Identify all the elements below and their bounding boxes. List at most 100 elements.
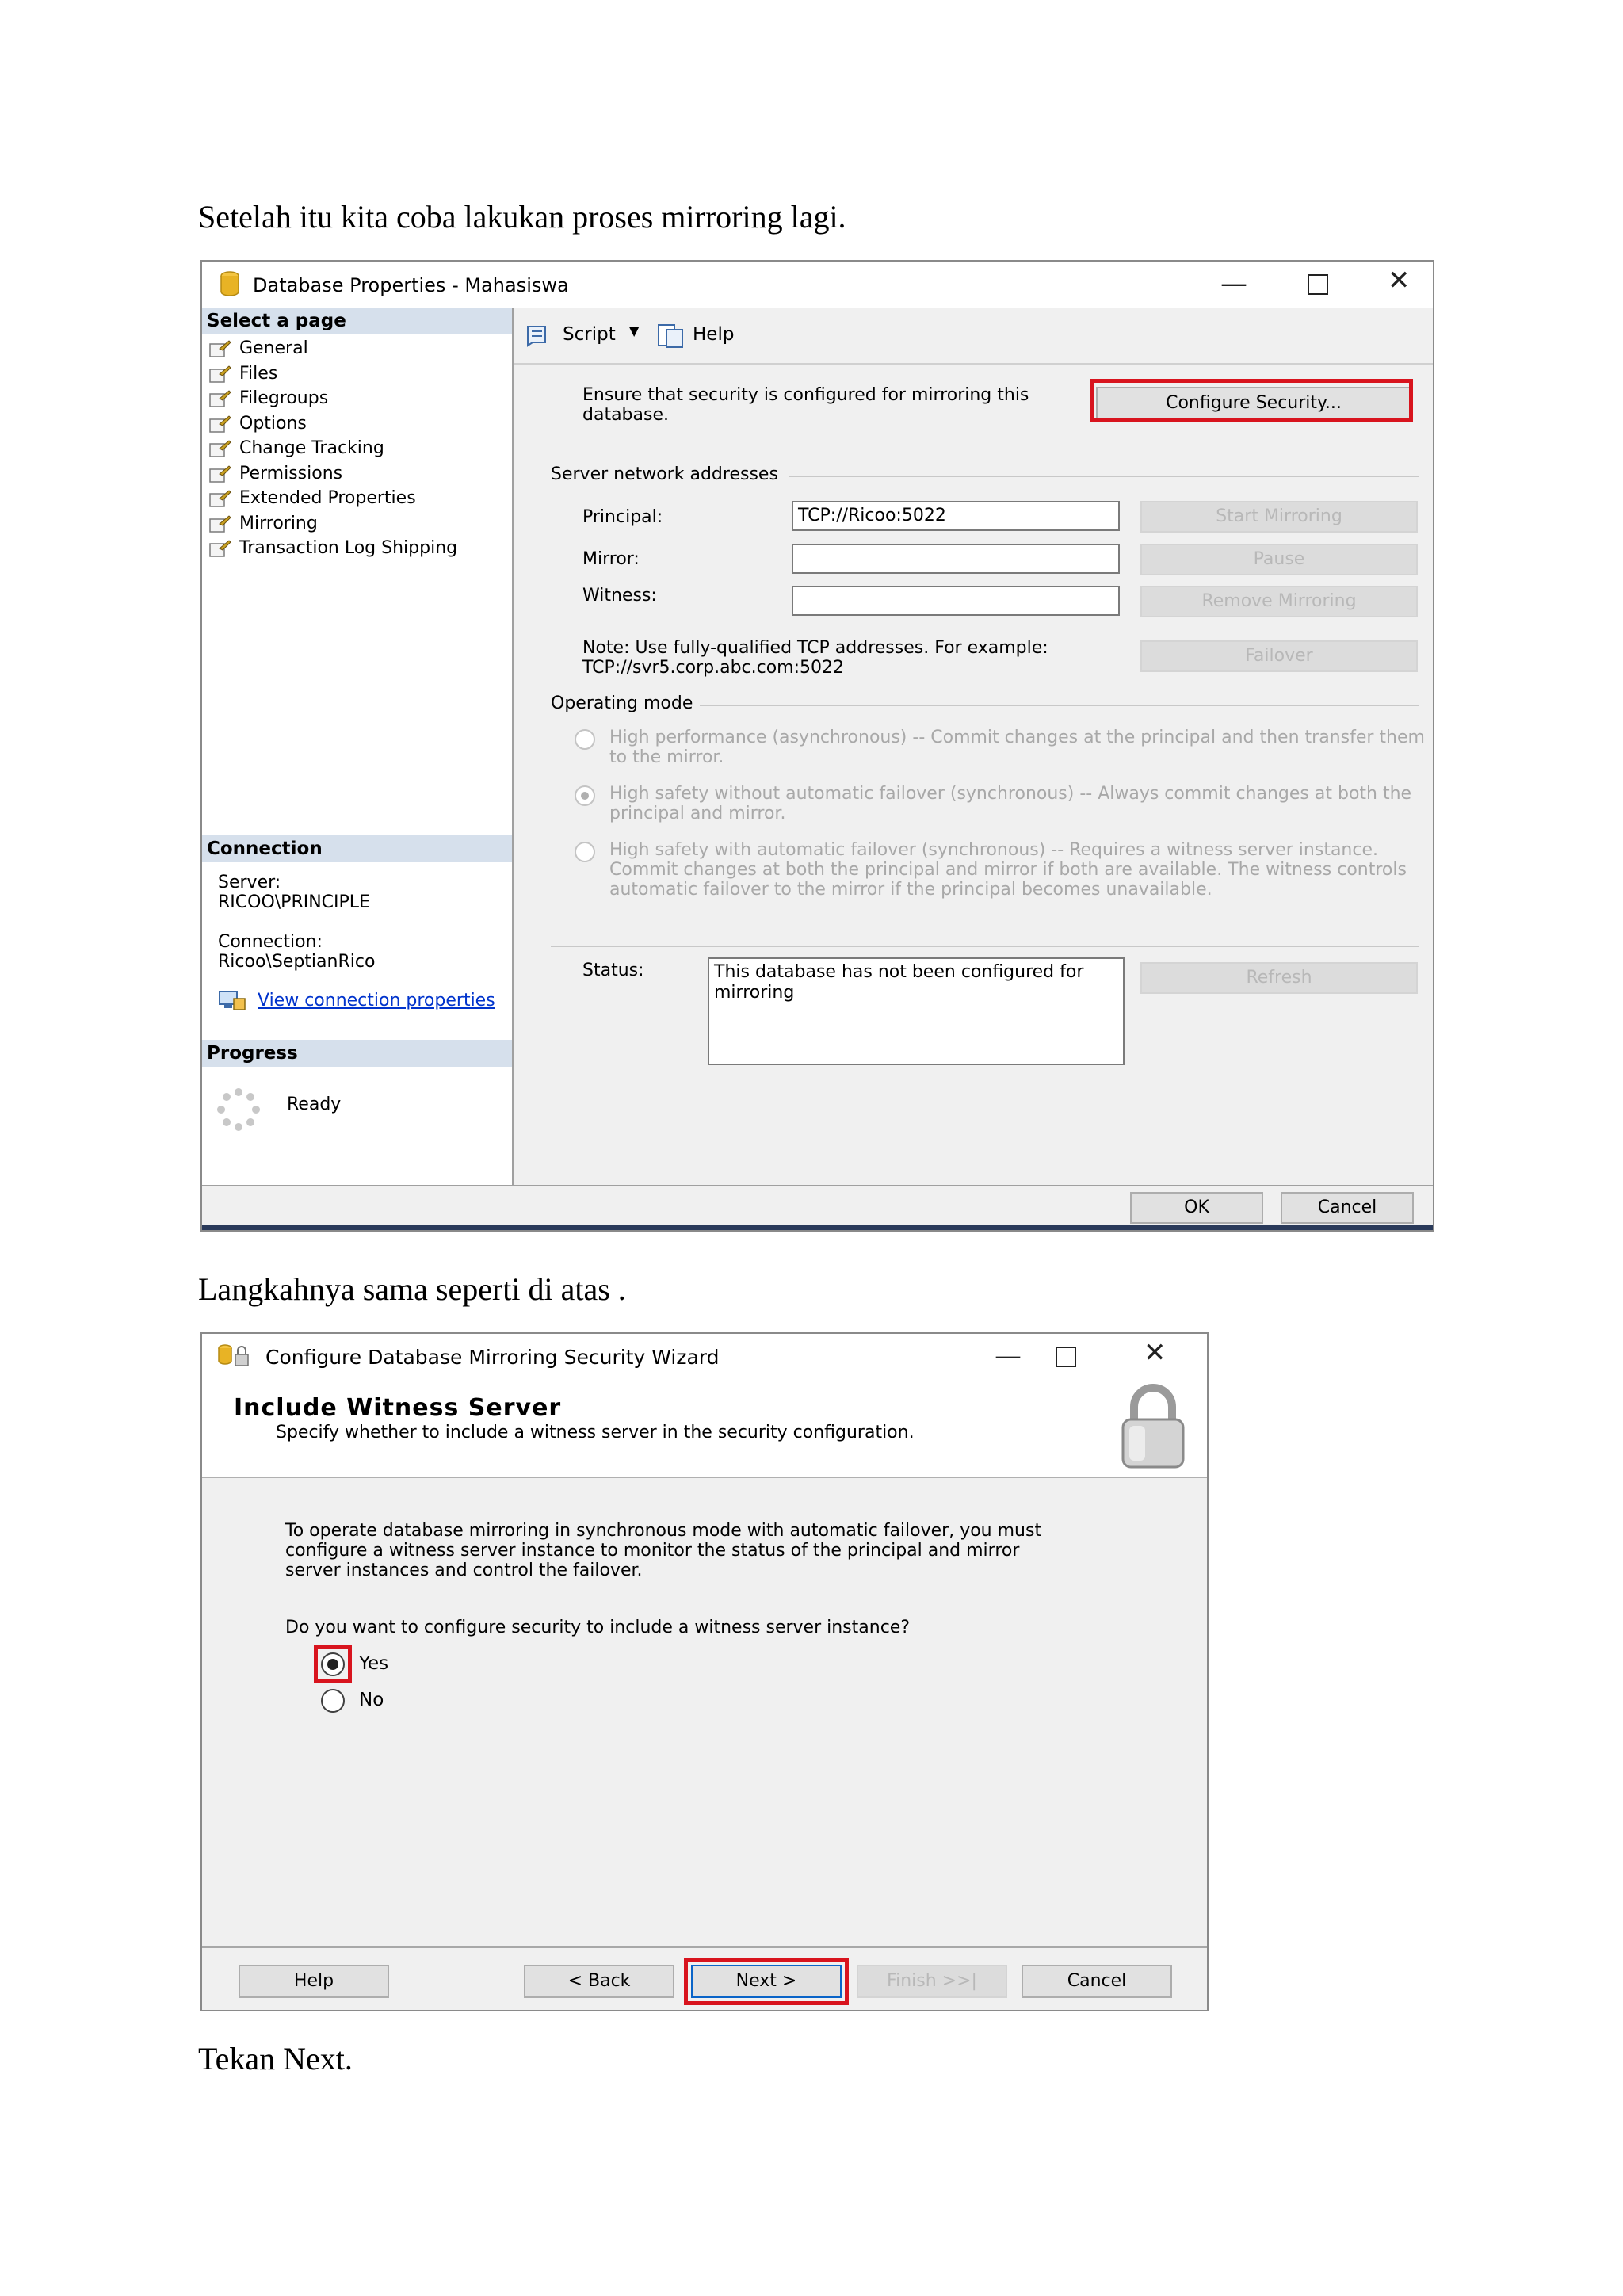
highlight-next — [684, 1958, 849, 2005]
status-label: Status: — [582, 961, 644, 980]
progress-status: Ready — [287, 1095, 342, 1114]
wrench-page-icon — [209, 365, 231, 383]
radio-high-safety[interactable] — [575, 785, 595, 806]
highlight-configure-security — [1090, 379, 1413, 422]
script-icon — [527, 326, 546, 347]
divider — [202, 1946, 1207, 1948]
failover-button[interactable]: Failover — [1140, 640, 1418, 672]
progress-header: Progress — [202, 1040, 512, 1067]
maximize-icon[interactable] — [1308, 274, 1328, 295]
finish-button[interactable]: Finish >>| — [857, 1965, 1007, 1998]
window-title: Configure Database Mirroring Security Wi… — [265, 1346, 720, 1369]
cancel-button[interactable]: Cancel — [1281, 1192, 1414, 1224]
database-icon — [220, 271, 239, 296]
mirror-label: Mirror: — [582, 549, 640, 569]
wizard-header: Include Witness Server Specify whether t… — [202, 1378, 1207, 1478]
page-item[interactable]: Permissions — [208, 461, 342, 486]
radio-high-performance[interactable] — [575, 729, 595, 750]
progress-spinner-icon — [217, 1088, 260, 1131]
auto-failover-text-2: Commit changes at both the principal and… — [609, 860, 1407, 880]
principal-input[interactable]: TCP://Ricoo:5022 — [792, 501, 1120, 531]
page-item-label: Files — [239, 363, 278, 384]
left-pane: Select a page General Files Filegroups Opti… — [202, 308, 514, 1186]
wrench-page-icon — [209, 340, 231, 357]
help-icon — [658, 324, 683, 348]
divider — [551, 946, 1419, 947]
security-note-line-1: Ensure that security is configured for m… — [582, 385, 1029, 405]
witness-label: Witness: — [582, 586, 657, 606]
window-title: Database Properties - Mahasiswa — [253, 274, 569, 296]
help-button[interactable]: Help — [693, 324, 734, 345]
start-mirroring-button[interactable]: Start Mirroring — [1140, 501, 1418, 533]
view-connection-properties-link[interactable]: View connection properties — [258, 991, 495, 1010]
auto-failover-text-1: High safety with automatic failover (syn… — [609, 840, 1378, 860]
radio-no[interactable] — [321, 1689, 345, 1713]
ok-button[interactable]: OK — [1130, 1192, 1263, 1224]
wizard-icon — [218, 1344, 249, 1366]
mirror-input[interactable] — [792, 544, 1120, 574]
wrench-page-icon — [209, 440, 231, 457]
close-icon[interactable]: ✕ — [1388, 265, 1411, 296]
no-label: No — [359, 1690, 384, 1710]
connection-properties-icon — [219, 991, 246, 1010]
divider — [789, 476, 1419, 477]
script-button[interactable]: Script — [563, 324, 616, 345]
chevron-down-icon[interactable]: ▼ — [629, 323, 639, 338]
back-button[interactable]: < Back — [524, 1965, 674, 1998]
database-properties-window: Database Properties - Mahasiswa — ✕ Sele… — [200, 260, 1434, 1232]
title-bar: Configure Database Mirroring Security Wi… — [202, 1334, 1207, 1378]
help-button[interactable]: Help — [239, 1965, 389, 1998]
wrench-page-icon — [209, 514, 231, 533]
radio-high-safety-auto-failover[interactable] — [575, 842, 595, 862]
connection-label: Connection: — [218, 932, 323, 952]
pause-button[interactable]: Pause — [1140, 544, 1418, 575]
padlock-icon — [1121, 1384, 1185, 1469]
page-item-label: Filegroups — [239, 388, 329, 408]
server-value: RICOO\PRINCIPLE — [218, 892, 370, 912]
highlight-yes — [314, 1645, 352, 1683]
divider — [700, 705, 1419, 706]
page-item[interactable]: Options — [208, 411, 307, 436]
principal-label: Principal: — [582, 507, 663, 527]
page-item-label: Options — [239, 413, 307, 434]
connection-value: Ricoo\SeptianRico — [218, 952, 376, 972]
high-performance-text-1: High performance (asynchronous) -- Commi… — [609, 728, 1425, 747]
status-textbox: This database has not been configured fo… — [708, 957, 1125, 1065]
high-safety-text-2: principal and mirror. — [609, 804, 786, 823]
page-item-label: General — [239, 338, 308, 358]
page-item[interactable]: Extended Properties — [208, 486, 416, 510]
divider — [202, 1185, 1433, 1186]
paragraph-2: Langkahnya sama seperti di atas . — [198, 1271, 626, 1307]
page-item[interactable]: Filegroups — [208, 386, 328, 411]
wizard-heading: Include Witness Server — [234, 1394, 562, 1422]
wrench-page-icon — [209, 415, 231, 433]
operating-mode-label: Operating mode — [551, 693, 693, 713]
note-line-2: TCP://svr5.corp.abc.com:5022 — [582, 658, 845, 678]
page-item[interactable]: Files — [208, 361, 277, 386]
remove-mirroring-button[interactable]: Remove Mirroring — [1140, 586, 1418, 617]
paragraph-1: Setelah itu kita coba lakukan proses mir… — [198, 199, 846, 235]
witness-question: Do you want to configure security to inc… — [285, 1618, 911, 1637]
wrench-page-icon — [209, 464, 231, 483]
wrench-page-icon — [209, 540, 231, 557]
cancel-button[interactable]: Cancel — [1022, 1965, 1172, 1998]
page-item-label: Mirroring — [239, 513, 318, 533]
page-item[interactable]: Change Tracking — [208, 436, 384, 460]
page-item[interactable]: General — [208, 336, 308, 361]
page-item[interactable]: Mirroring — [208, 511, 318, 536]
close-icon[interactable]: ✕ — [1144, 1337, 1167, 1369]
refresh-button[interactable]: Refresh — [1140, 962, 1418, 994]
high-performance-text-2: to the mirror. — [609, 747, 724, 767]
minimize-icon[interactable]: — — [1220, 268, 1247, 300]
title-bar: Database Properties - Mahasiswa — ✕ — [202, 262, 1433, 308]
minimize-icon[interactable]: — — [995, 1340, 1022, 1372]
description-line-3: server instances and control the failove… — [285, 1561, 643, 1580]
page-item-label: Change Tracking — [239, 438, 384, 458]
maximize-icon[interactable] — [1056, 1347, 1076, 1367]
connection-header: Connection — [202, 835, 512, 862]
auto-failover-text-3: automatic failover to the mirror if the … — [609, 880, 1212, 900]
witness-input[interactable] — [792, 586, 1120, 616]
page-item[interactable]: Transaction Log Shipping — [208, 536, 457, 560]
wizard-subheading: Specify whether to include a witness ser… — [276, 1423, 915, 1442]
select-page-header: Select a page — [202, 308, 512, 334]
